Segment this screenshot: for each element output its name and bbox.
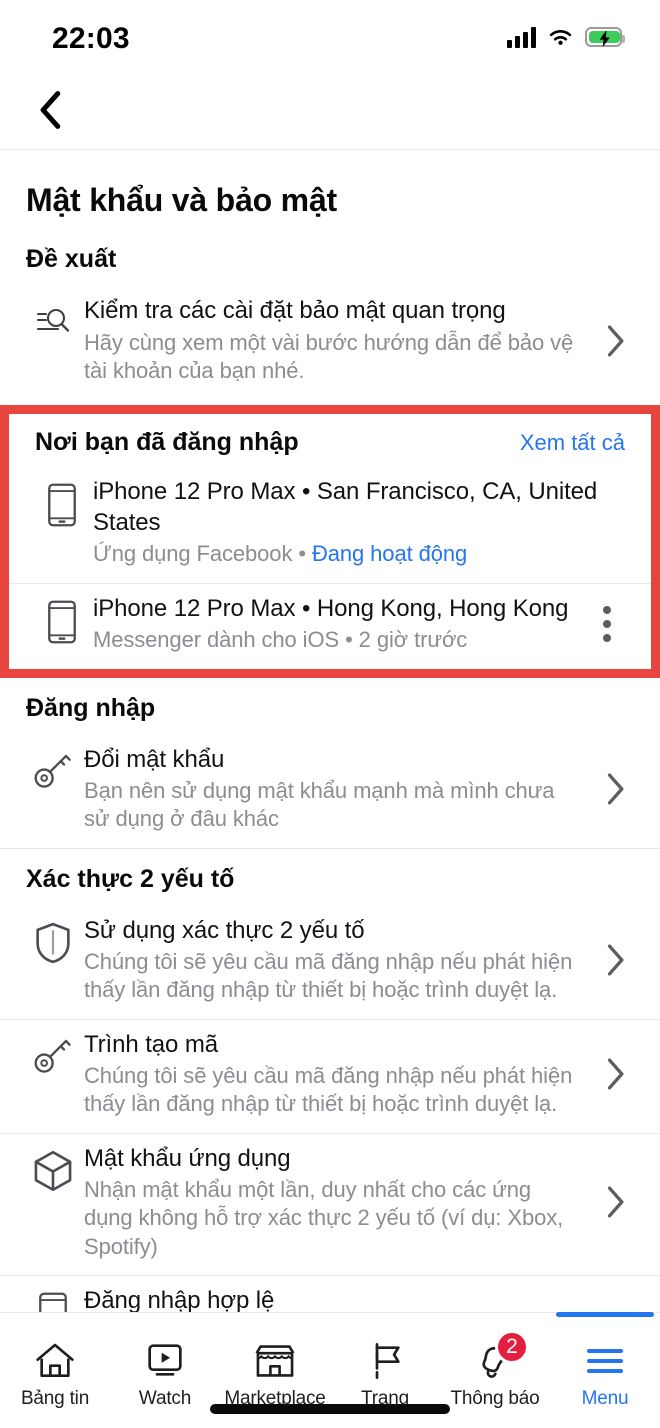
- section-where-logged-in: Nơi bạn đã đăng nhập Xem tất cả iPhone 1…: [0, 405, 660, 678]
- list-item-text: Mật khẩu ứng dụng Nhận mật khẩu một lần,…: [84, 1144, 594, 1261]
- list-item-change-password[interactable]: Đổi mật khẩu Bạn nên sử dụng mật khẩu mạ…: [0, 735, 660, 848]
- nav-bar: [0, 72, 660, 150]
- list-item-text: iPhone 12 Pro Max • Hong Kong, Hong Kong…: [93, 594, 585, 655]
- list-item-security-checkup[interactable]: Kiểm tra các cài đặt bảo mật quan trọng …: [0, 286, 660, 399]
- status-time: 22:03: [52, 22, 130, 55]
- mobile-phone-icon: [31, 477, 93, 527]
- device-title: iPhone 12 Pro Max • Hong Kong, Hong Kong: [93, 594, 569, 622]
- tab-label: Thông báo: [450, 1387, 540, 1409]
- more-options-icon[interactable]: [585, 606, 629, 643]
- list-item-subtitle: Hãy cùng xem một vài bước hướng dẫn để b…: [84, 329, 574, 383]
- list-item-subtitle: Bạn nên sử dụng mật khẩu mạnh mà mình ch…: [84, 778, 555, 832]
- security-checkup-icon: [22, 296, 84, 342]
- list-item-text: iPhone 12 Pro Max • San Francisco, CA, U…: [93, 477, 629, 569]
- section-title: Nơi bạn đã đăng nhập: [35, 428, 299, 457]
- list-item-subtitle: Chúng tôi sẽ yêu cầu mã đăng nhập nếu ph…: [84, 1063, 573, 1117]
- battery-charging-icon: [585, 27, 625, 47]
- device-status: Đang hoạt động: [311, 541, 468, 567]
- section-login: Đăng nhập Đổi mật khẩu Bạn nên sử dụng m…: [0, 678, 660, 848]
- video-play-icon: [145, 1338, 185, 1384]
- section-title: Xác thực 2 yếu tố: [26, 864, 235, 893]
- home-icon: [35, 1338, 75, 1384]
- chevron-right-icon: [594, 1058, 638, 1090]
- section-title: Đề xuất: [26, 245, 117, 273]
- status-indicators: [507, 26, 625, 48]
- page-title: Mật khẩu và bảo mật: [26, 182, 337, 218]
- wifi-icon: [549, 29, 572, 45]
- notification-badge: 2: [495, 1329, 529, 1364]
- tab-menu[interactable]: Menu: [550, 1312, 660, 1428]
- list-item-subtitle: Chúng tôi sẽ yêu cầu mã đăng nhập nếu ph…: [84, 949, 573, 1003]
- tab-label: Menu: [581, 1387, 629, 1409]
- hamburger-menu-icon: [585, 1338, 625, 1384]
- section-title: Đăng nhập: [26, 693, 156, 722]
- device-title: iPhone 12 Pro Max • San Francisco, CA, U…: [93, 478, 598, 536]
- active-tab-indicator: [556, 1312, 654, 1317]
- list-item-text: Đổi mật khẩu Bạn nên sử dụng mật khẩu mạ…: [84, 745, 594, 834]
- tab-news-feed[interactable]: Bảng tin: [0, 1313, 110, 1428]
- tab-label: Watch: [138, 1387, 192, 1409]
- list-item-title: Mật khẩu ứng dụng: [84, 1144, 291, 1172]
- list-item-subtitle: Nhận mật khẩu một lần, duy nhất cho các …: [84, 1177, 564, 1259]
- home-indicator: [210, 1404, 450, 1414]
- cube-icon: [22, 1144, 84, 1192]
- mobile-phone-icon: [31, 594, 93, 644]
- device-app: Ứng dụng Facebook •: [93, 541, 312, 567]
- signal-bars-icon: [507, 26, 536, 48]
- bell-icon: 2: [475, 1329, 529, 1384]
- status-bar: 22:03: [0, 0, 660, 72]
- tab-label: Bảng tin: [20, 1387, 90, 1409]
- list-item-device-2[interactable]: iPhone 12 Pro Max • Hong Kong, Hong Kong…: [9, 584, 651, 669]
- storefront-icon: [254, 1338, 296, 1384]
- list-item-text: Kiểm tra các cài đặt bảo mật quan trọng …: [84, 296, 594, 385]
- list-item-use-2fa[interactable]: Sử dụng xác thực 2 yếu tố Chúng tôi sẽ y…: [0, 906, 660, 1019]
- chevron-right-icon: [594, 773, 638, 805]
- list-item-text: Sử dụng xác thực 2 yếu tố Chúng tôi sẽ y…: [84, 916, 594, 1005]
- list-item-title: Sử dụng xác thực 2 yếu tố: [84, 916, 365, 944]
- device-subtitle: Ứng dụng Facebook • Đang hoạt động: [93, 540, 619, 568]
- see-all-link[interactable]: Xem tất cả: [520, 430, 625, 456]
- list-item-code-generator[interactable]: Trình tạo mã Chúng tôi sẽ yêu cầu mã đăn…: [0, 1020, 660, 1133]
- phone-screen: 22:03 Mật khẩu và bảo mật Đề xuất Kiểm t…: [0, 0, 660, 1428]
- tab-watch[interactable]: Watch: [110, 1313, 220, 1428]
- chevron-right-icon: [594, 944, 638, 976]
- key-icon: [22, 1030, 84, 1076]
- chevron-right-icon: [594, 325, 638, 357]
- list-item-title: Đổi mật khẩu: [84, 745, 225, 773]
- key-icon: [22, 745, 84, 791]
- chevron-right-icon: [594, 1186, 638, 1218]
- device-subtitle: Messenger dành cho iOS • 2 giờ trước: [93, 627, 468, 653]
- list-item-title: Kiểm tra các cài đặt bảo mật quan trọng: [84, 297, 506, 324]
- list-item-title: Trình tạo mã: [84, 1030, 218, 1058]
- shield-icon: [22, 916, 84, 964]
- list-item-device-1[interactable]: iPhone 12 Pro Max • San Francisco, CA, U…: [9, 467, 651, 583]
- section-recommendations: Đề xuất Kiểm tra các cài đặt bảo mật qua…: [0, 229, 660, 399]
- section-two-factor: Xác thực 2 yếu tố Sử dụng xác thực 2 yếu…: [0, 849, 660, 1389]
- back-chevron-icon: [40, 91, 61, 129]
- tab-notifications[interactable]: 2 Thông báo: [440, 1313, 550, 1428]
- list-item-app-passwords[interactable]: Mật khẩu ứng dụng Nhận mật khẩu một lần,…: [0, 1134, 660, 1275]
- section-header: Nơi bạn đã đăng nhập Xem tất cả: [9, 414, 651, 467]
- back-button[interactable]: [22, 82, 78, 138]
- flag-icon: [365, 1338, 405, 1384]
- list-item-text: Trình tạo mã Chúng tôi sẽ yêu cầu mã đăn…: [84, 1030, 594, 1119]
